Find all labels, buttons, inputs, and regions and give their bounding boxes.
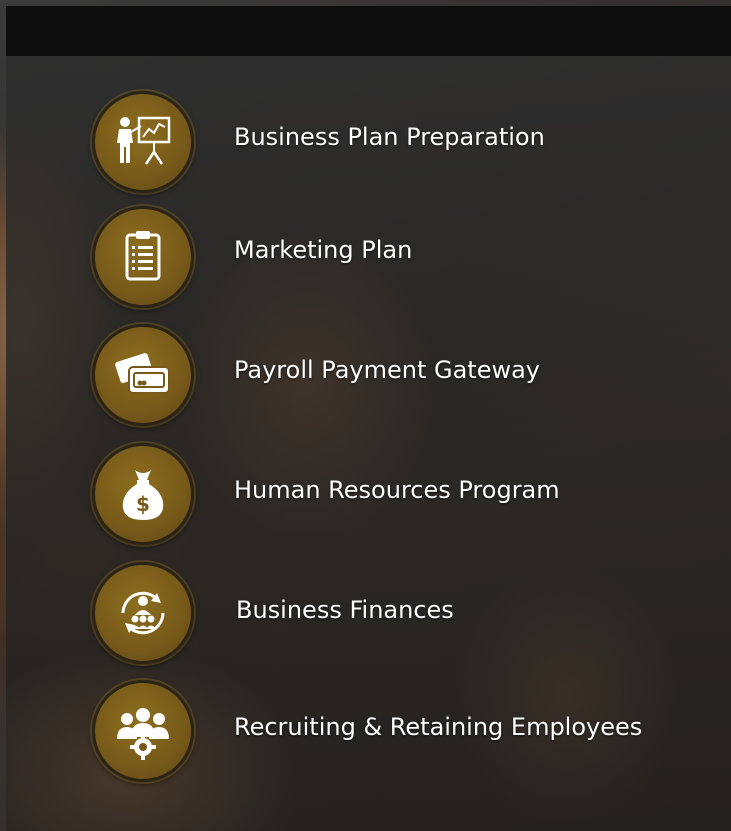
list-item-business-finances[interactable]: Business Finances [92, 562, 712, 664]
list-item-label: Business Finances [236, 596, 454, 624]
list-item-business-plan[interactable]: Business Plan Preparation [92, 91, 712, 193]
team-gear-icon [92, 680, 194, 782]
list-item-label: Recruiting & Retaining Employees [234, 713, 643, 741]
top-bar [6, 6, 731, 56]
list-item-label: Marketing Plan [234, 236, 413, 264]
money-bag-icon: $ [92, 443, 194, 545]
presentation-icon [92, 91, 194, 193]
list-item-label: Business Plan Preparation [234, 123, 545, 151]
list-item-recruiting[interactable]: Recruiting & Retaining Employees [92, 680, 712, 782]
services-panel: Business Plan Preparation Marketing Plan [6, 56, 731, 831]
svg-text:$: $ [136, 492, 150, 516]
list-item-payroll[interactable]: Payroll Payment Gateway [92, 324, 712, 426]
list-item-label: Payroll Payment Gateway [234, 356, 541, 384]
list-item-label: Human Resources Program [234, 476, 560, 504]
list-item-marketing-plan[interactable]: Marketing Plan [92, 206, 712, 308]
team-cycle-icon [92, 562, 194, 664]
credit-card-icon [92, 324, 194, 426]
list-item-human-resources[interactable]: $ Human Resources Program [92, 443, 712, 545]
clipboard-icon [92, 206, 194, 308]
